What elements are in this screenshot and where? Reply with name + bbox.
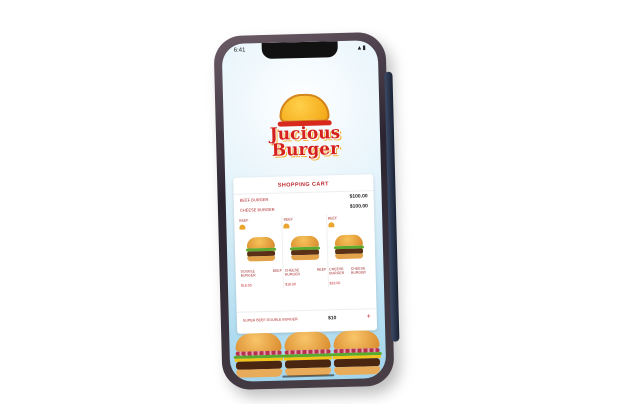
item-price: $18.00 [240, 283, 252, 288]
status-bar: 6:41 ▲▮ [234, 44, 366, 57]
phone-frame: 6:41 ▲▮ Jucious Burger SHOPPING CART BEE… [213, 31, 400, 391]
burger-thumb-icon [283, 223, 290, 229]
cart-row-price: $100.00 [349, 193, 368, 200]
burger-showcase [233, 322, 383, 378]
item-price: $18.00 [329, 281, 341, 286]
burger-image [245, 236, 276, 264]
item-desc-right: BEEF [316, 267, 327, 272]
item-price: $18.00 [285, 282, 297, 287]
cart-item-card[interactable]: BEEF DOUBLE BURGER BEEF $18.00 [238, 215, 285, 290]
burger-image [334, 234, 365, 261]
shopping-cart-panel: SHOPPING CART BEEF BURGER $100.00 CHEESE… [233, 174, 378, 334]
signal-icon: ▲▮ [356, 45, 366, 52]
showcase-burger-image [332, 330, 383, 376]
burger-thumb-icon [239, 224, 246, 230]
cart-row-label: CHEESE BURGER [239, 206, 275, 213]
status-time: 6:41 [233, 47, 246, 54]
add-button[interactable]: + [367, 313, 371, 320]
cart-items: BEEF DOUBLE BURGER BEEF $18.00 BEEF CHEE… [234, 211, 376, 292]
burger-thumb-icon [327, 222, 335, 228]
showcase-burger-image [282, 331, 333, 377]
brand-line2: Burger [271, 139, 340, 161]
item-desc-left: CHEESE BURGER [284, 268, 301, 277]
home-indicator[interactable] [282, 374, 335, 378]
item-desc-left: CHEESE BURGER [329, 266, 345, 276]
footer-price: $10 [327, 314, 337, 321]
brand-logo: Jucious Burger [259, 93, 351, 165]
showcase-burger-image [233, 332, 284, 378]
cart-item-card[interactable]: BEEF CHEESE BURGER BEEF $18.00 [282, 214, 329, 289]
item-name: BEEF [327, 216, 338, 221]
item-name: BEEF [283, 217, 293, 222]
footer-label: SUPER BEEF DOUBLE BURGER [242, 316, 298, 323]
item-name: BEEF [239, 218, 249, 223]
cart-row-price: $100.00 [349, 203, 368, 210]
item-desc-right: BEEF [272, 268, 282, 273]
item-desc-left: DOUBLE BURGER [240, 269, 256, 278]
phone-screen: 6:41 ▲▮ Jucious Burger SHOPPING CART BEE… [221, 40, 387, 382]
burger-bun-icon [278, 93, 330, 123]
phone-side-edge [384, 71, 400, 342]
cart-item-card[interactable]: BEEF CHEESE BURGER CHEESE BURGER $18.00 [327, 213, 372, 287]
cart-row-label: BEEF BURGER [239, 196, 269, 203]
item-desc-right: CHEESE BURGER [350, 266, 366, 275]
burger-image [289, 235, 321, 263]
